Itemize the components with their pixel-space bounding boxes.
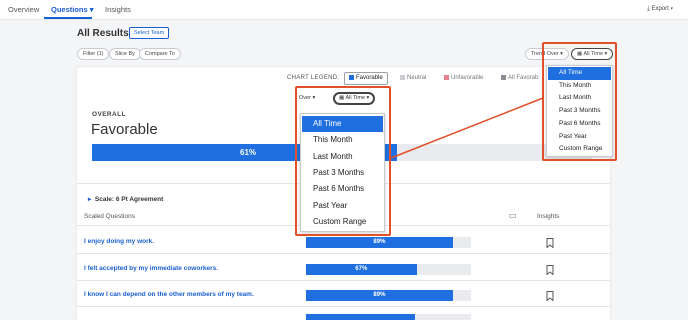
callout-connector [390, 97, 544, 159]
